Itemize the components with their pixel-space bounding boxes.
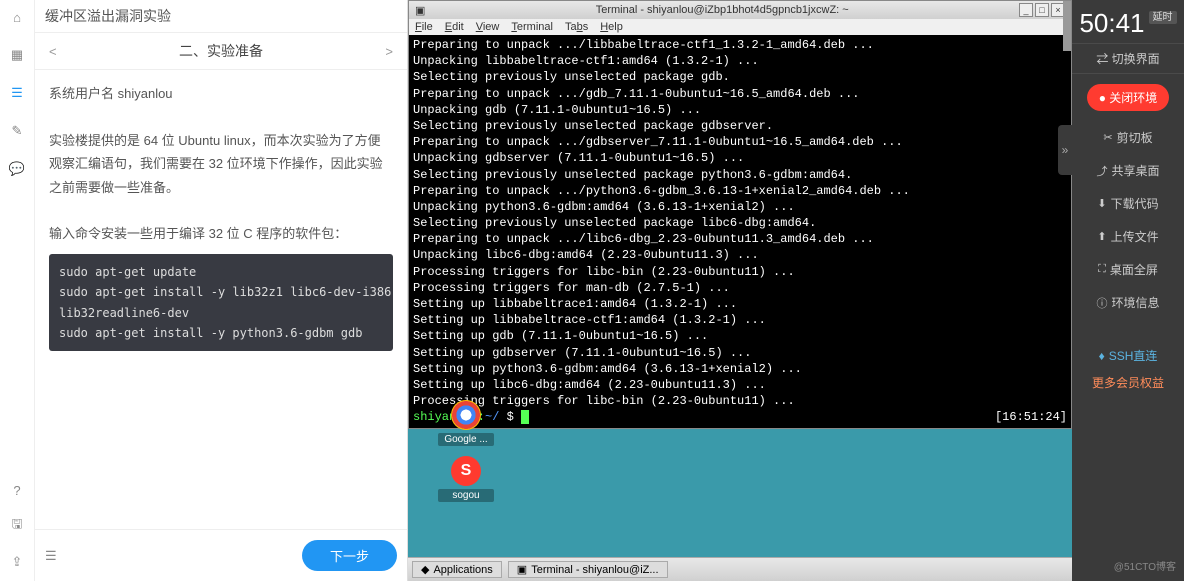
action-上传文件[interactable]: ⬆ 上传文件	[1072, 220, 1184, 253]
ssh-direct-link[interactable]: ♦ SSH直连	[1099, 347, 1158, 364]
doc-content: 系统用户名 shiyanlou 实验楼提供的是 64 位 Ubuntu linu…	[35, 70, 407, 529]
next-section-arrow[interactable]: >	[381, 44, 397, 59]
chrome-icon	[451, 400, 481, 430]
terminal-window[interactable]: ▣ Terminal - shiyanlou@iZbp1bhot4d5gpncb…	[408, 0, 1072, 429]
collapse-panel-button[interactable]: »	[1058, 125, 1072, 175]
taskbar: ◆ Applications ▣ Terminal - shiyanlou@iZ…	[408, 557, 1072, 581]
menu-terminal[interactable]: Terminal	[511, 21, 553, 33]
menu-help[interactable]: Help	[600, 21, 623, 33]
sogou-desktop-icon[interactable]: S sogou	[438, 456, 494, 502]
action-icon: ⓘ	[1096, 295, 1107, 311]
list-icon[interactable]: ☰	[8, 84, 26, 102]
toc-icon[interactable]: ☰	[45, 548, 57, 564]
action-icon: ✂	[1103, 131, 1112, 144]
edit-icon[interactable]: ✎	[8, 122, 26, 140]
maximize-button[interactable]: □	[1035, 3, 1049, 17]
action-剪切板[interactable]: ✂ 剪切板	[1072, 121, 1184, 154]
action-共享桌面[interactable]: ⤴共享桌面	[1072, 154, 1184, 187]
menu-file[interactable]: File	[415, 21, 433, 33]
action-label: 下载代码	[1111, 195, 1159, 212]
icon-label: sogou	[438, 489, 494, 502]
terminal-app-icon: ▣	[415, 4, 425, 17]
prev-section-arrow[interactable]: <	[45, 44, 61, 59]
menu-edit[interactable]: Edit	[445, 21, 464, 33]
terminal-titlebar[interactable]: ▣ Terminal - shiyanlou@iZbp1bhot4d5gpncb…	[409, 1, 1071, 19]
countdown-timer: 50:41	[1079, 8, 1144, 38]
paragraph: 系统用户名 shiyanlou	[49, 82, 393, 105]
action-label: 共享桌面	[1111, 162, 1159, 179]
action-label: 上传文件	[1111, 228, 1159, 245]
control-panel: » 50:41延时 ⇄ 切换界面 ● 关闭环境 ✂剪切板⤴共享桌面⬇下载代码⬆上…	[1072, 0, 1184, 581]
section-nav: < 二、实验准备 >	[35, 33, 407, 70]
section-title: 二、实验准备	[61, 41, 382, 61]
grid-icon[interactable]: ▦	[8, 46, 26, 64]
close-environment-button[interactable]: ● 关闭环境	[1087, 84, 1170, 111]
experiment-title: 缓冲区溢出漏洞实验	[35, 0, 407, 33]
paragraph: 实验楼提供的是 64 位 Ubuntu linux，而本次实验为了方便观察汇编语…	[49, 129, 393, 199]
action-icon: ⤴	[1096, 163, 1107, 179]
desktop-icons: Google ... S sogou	[438, 400, 494, 502]
left-nav-rail: ⌂ ▦ ☰ ✎ 💬 ? 🖫 ⇪	[0, 0, 35, 581]
action-环境信息[interactable]: ⓘ环境信息	[1072, 286, 1184, 319]
menu-tabs[interactable]: Tabs	[565, 21, 588, 33]
more-rights-link[interactable]: 更多会员权益	[1092, 374, 1164, 391]
chrome-desktop-icon[interactable]: Google ...	[438, 400, 494, 446]
sogou-icon: S	[451, 456, 481, 486]
share-icon[interactable]: ⇪	[8, 553, 26, 571]
action-label: 剪切板	[1117, 129, 1153, 146]
action-label: 桌面全屏	[1110, 261, 1158, 278]
applications-menu[interactable]: ◆ Applications	[412, 561, 502, 578]
action-桌面全屏[interactable]: ⛶ 桌面全屏	[1072, 253, 1184, 286]
doc-footer: ☰ 下一步	[35, 529, 407, 581]
minimize-button[interactable]: _	[1019, 3, 1033, 17]
action-label: 环境信息	[1111, 294, 1159, 311]
icon-label: Google ...	[438, 433, 494, 446]
extend-time-badge[interactable]: 延时	[1149, 11, 1177, 24]
home-icon[interactable]: ⌂	[8, 8, 26, 26]
chat-icon[interactable]: 💬	[8, 160, 26, 178]
terminal-scrollbar[interactable]	[1063, 1, 1071, 51]
code-block[interactable]: sudo apt-get update sudo apt-get install…	[49, 254, 393, 352]
terminal-title: Terminal - shiyanlou@iZbp1bhot4d5gpncb1j…	[425, 4, 1019, 16]
doc-panel: 缓冲区溢出漏洞实验 < 二、实验准备 > 系统用户名 shiyanlou 实验楼…	[35, 0, 408, 581]
help-icon[interactable]: ?	[8, 481, 26, 499]
save-icon[interactable]: 🖫	[8, 517, 26, 535]
watermark: @51CTO博客	[1114, 558, 1176, 573]
taskbar-terminal-button[interactable]: ▣ Terminal - shiyanlou@iZ...	[508, 561, 668, 578]
action-icon: ⬇	[1097, 197, 1106, 210]
menu-view[interactable]: View	[476, 21, 500, 33]
terminal-body[interactable]: Preparing to unpack .../libbabeltrace-ct…	[409, 35, 1071, 428]
action-下载代码[interactable]: ⬇ 下载代码	[1072, 187, 1184, 220]
remote-desktop[interactable]: ▣ Terminal - shiyanlou@iZbp1bhot4d5gpncb…	[408, 0, 1072, 581]
switch-ui-button[interactable]: ⇄ 切换界面	[1072, 43, 1184, 74]
next-step-button[interactable]: 下一步	[302, 540, 397, 571]
terminal-menubar: File Edit View Terminal Tabs Help	[409, 19, 1071, 35]
action-icon: ⛶	[1098, 263, 1106, 276]
paragraph: 输入命令安装一些用于编译 32 位 C 程序的软件包：	[49, 222, 393, 245]
action-icon: ⬆	[1097, 230, 1106, 243]
